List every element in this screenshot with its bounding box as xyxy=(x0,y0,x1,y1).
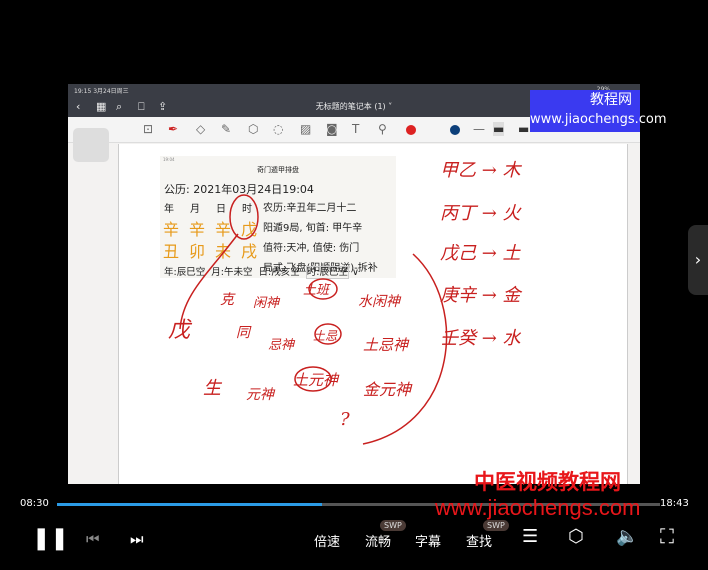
volume-icon[interactable]: 🔈 xyxy=(616,526,638,547)
swp-badge: SWP xyxy=(380,520,406,531)
previous-icon[interactable]: ⏮ xyxy=(86,530,100,548)
next-icon[interactable]: ⏭ xyxy=(130,530,144,548)
next-arrow-button[interactable]: › xyxy=(688,225,708,295)
pause-icon[interactable]: ❚❚ xyxy=(32,526,69,551)
speed-button[interactable]: 倍速 xyxy=(314,531,340,550)
quality-button[interactable]: 流畅 xyxy=(365,531,391,550)
watermark-top: 教程网 www.jiaochengs.com xyxy=(530,90,667,132)
subtitle-button[interactable]: 字幕 xyxy=(415,531,441,550)
current-time: 08:30 xyxy=(20,498,49,509)
tablet-screen: 19:15 3月24日周三 29% ‹ ▦ ⌕ ⎕ ⇪ 无标题的笔记本 (1) … xyxy=(68,84,640,484)
playlist-icon[interactable]: ☰ xyxy=(522,526,538,547)
search-button[interactable]: 查找 xyxy=(466,531,492,550)
fullscreen-icon[interactable]: ⛶ xyxy=(660,524,674,548)
watermark-bottom-url: www.jiaochengs.com xyxy=(435,495,641,520)
swp-badge: SWP xyxy=(483,520,509,531)
settings-icon[interactable]: ⬡ xyxy=(568,526,584,547)
annotation-strokes xyxy=(179,194,448,445)
end-time: 18:43 xyxy=(660,498,689,509)
watermark-bottom-title: 中医视频教程网 xyxy=(474,471,621,494)
